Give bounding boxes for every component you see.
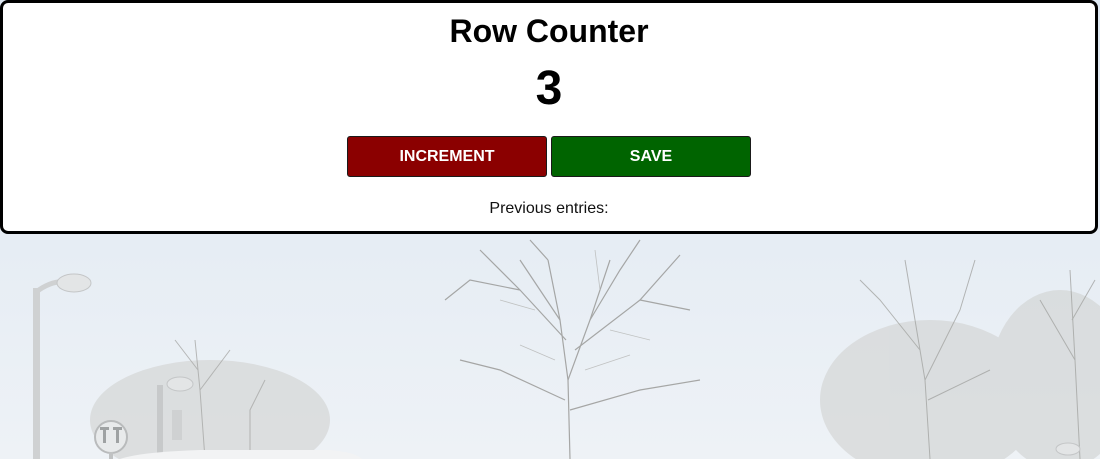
previous-entries-label: Previous entries: — [489, 200, 609, 217]
save-button[interactable]: SAVE — [551, 136, 751, 177]
row-counter-card: Row Counter 3 INCREMENT SAVE Previous en… — [0, 0, 1098, 234]
page-title: Row Counter — [449, 13, 649, 49]
counter-value: 3 — [535, 62, 563, 115]
increment-button[interactable]: INCREMENT — [347, 136, 547, 177]
